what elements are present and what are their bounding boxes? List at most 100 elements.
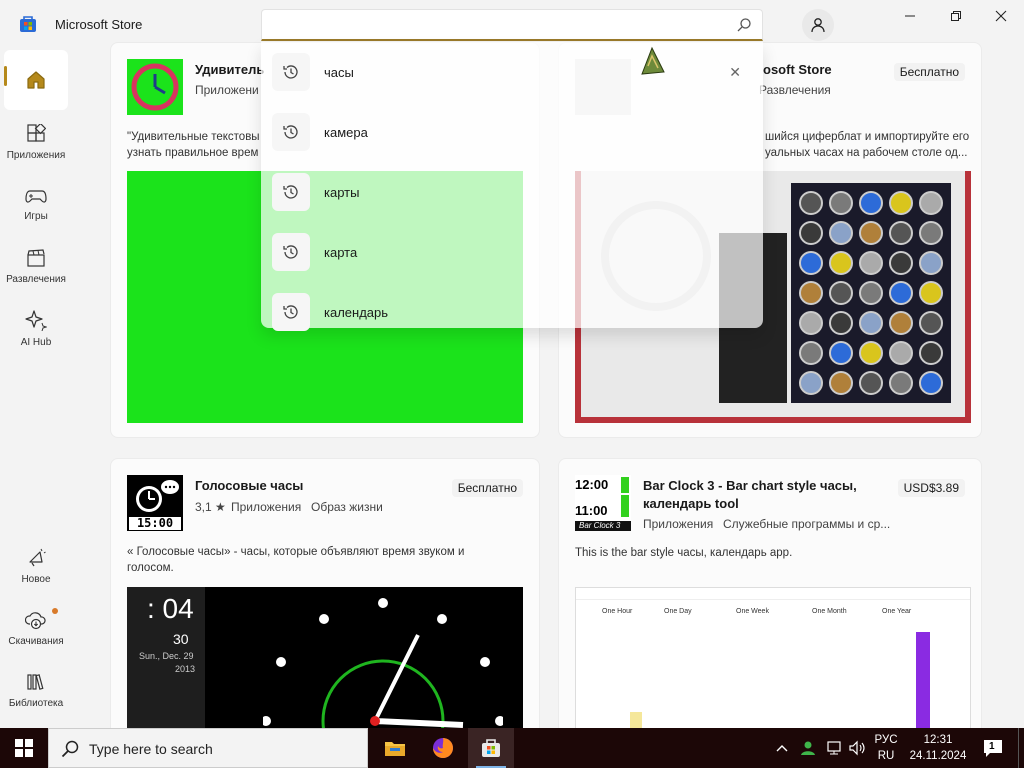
watch-face-thumbnail bbox=[919, 221, 943, 245]
watch-face-thumbnail bbox=[889, 251, 913, 275]
watch-face-thumbnail bbox=[859, 281, 883, 305]
taskbar-search-box[interactable]: Type here to search bbox=[48, 728, 368, 768]
taskbar-file-explorer[interactable] bbox=[372, 728, 418, 768]
tray-volume[interactable] bbox=[848, 728, 866, 768]
watch-face-thumbnail bbox=[859, 251, 883, 275]
close-button[interactable] bbox=[978, 0, 1024, 32]
watch-face-thumbnail bbox=[859, 221, 883, 245]
taskbar-search-placeholder: Type here to search bbox=[89, 741, 213, 757]
sidebar-item-ai-hub[interactable]: AI Hub bbox=[4, 298, 68, 358]
icon-time: 15:00 bbox=[136, 516, 174, 530]
suggestion-item[interactable]: карты bbox=[261, 162, 763, 222]
suggestion-item[interactable]: камера bbox=[261, 102, 763, 162]
sidebar-item-games[interactable]: Игры bbox=[4, 174, 68, 234]
firefox-icon bbox=[433, 738, 453, 758]
tray-app-icon[interactable] bbox=[800, 728, 818, 768]
suggestion-text: часы bbox=[324, 65, 354, 80]
show-hidden-icons[interactable] bbox=[776, 728, 788, 768]
restore-icon bbox=[951, 11, 961, 21]
sidebar-item-home[interactable] bbox=[4, 50, 68, 110]
app-screenshot: One Hour One Day One Week One Month One … bbox=[575, 587, 971, 737]
language-bottom: RU bbox=[877, 750, 895, 762]
suggestion-text: карты bbox=[324, 185, 360, 200]
windows-logo-icon bbox=[15, 739, 33, 757]
restore-button[interactable] bbox=[933, 0, 979, 32]
close-icon bbox=[995, 10, 1007, 22]
search-input[interactable] bbox=[261, 9, 763, 41]
app-card[interactable]: 15:00 Голосовые часы 3,1 ★ Приложения Об… bbox=[110, 458, 540, 738]
app-description: уальных часах на рабочем столе од... bbox=[765, 147, 968, 159]
app-card[interactable]: 12:00 11:00 Bar Clock 3 Bar Clock 3 - Ba… bbox=[558, 458, 982, 738]
watch-face-thumbnail bbox=[889, 191, 913, 215]
sidebar-item-entertainment[interactable]: Развлечения bbox=[4, 236, 68, 296]
app-name: Bar Clock 3 - Bar chart style часы, bbox=[643, 478, 857, 493]
suggestion-item[interactable]: часы ✕ bbox=[261, 42, 763, 102]
apps-icon bbox=[27, 123, 46, 142]
sidebar-item-apps[interactable]: Приложения bbox=[4, 112, 68, 172]
account-button[interactable] bbox=[802, 9, 834, 41]
tray-network[interactable] bbox=[826, 728, 844, 768]
watch-face-thumbnail bbox=[829, 191, 853, 215]
title-bar: Microsoft Store bbox=[0, 0, 1024, 48]
store-logo-icon bbox=[20, 16, 36, 32]
library-icon bbox=[27, 673, 44, 690]
taskbar-clock[interactable]: 12:31 24.11.2024 bbox=[905, 732, 971, 764]
app-name: календарь tool bbox=[643, 496, 739, 511]
watch-face-thumbnail bbox=[799, 281, 823, 305]
screenshot-number: 30 bbox=[173, 631, 189, 647]
app-category: Развлечения bbox=[759, 83, 831, 97]
sparkle-icon bbox=[25, 309, 47, 331]
history-icon bbox=[283, 245, 298, 259]
taskbar-microsoft-store[interactable] bbox=[468, 728, 514, 768]
app-name: Удивитель bbox=[195, 62, 265, 77]
watch-face-thumbnail bbox=[889, 341, 913, 365]
suggestion-item[interactable]: календарь bbox=[261, 282, 763, 331]
screenshot-column-label: One Hour bbox=[602, 608, 633, 615]
watch-face-thumbnail bbox=[799, 311, 823, 335]
home-icon bbox=[27, 71, 45, 89]
chevron-up-icon bbox=[776, 745, 788, 752]
app-icon-clock bbox=[127, 59, 183, 115]
notifications-button[interactable]: 1 bbox=[982, 737, 1004, 759]
app-category: Приложения bbox=[643, 517, 714, 531]
search-icon[interactable] bbox=[736, 17, 752, 33]
app-description: "Удивительные текстовы bbox=[127, 131, 260, 143]
app-description: « Голосовые часы» - часы, которые объявл… bbox=[127, 546, 465, 558]
watch-face-thumbnail bbox=[919, 371, 943, 395]
app-title: Microsoft Store bbox=[55, 17, 143, 32]
sidebar-item-label: Новое bbox=[21, 573, 51, 585]
screenshot-column-label: One Week bbox=[736, 608, 769, 615]
watch-face-thumbnail bbox=[829, 281, 853, 305]
watch-face-thumbnail bbox=[859, 341, 883, 365]
sidebar-item-library[interactable]: Библиотека bbox=[4, 660, 68, 720]
price-badge: Бесплатно bbox=[893, 63, 965, 81]
history-icon bbox=[283, 65, 298, 79]
watch-face-thumbnail bbox=[889, 371, 913, 395]
language-top: РУС bbox=[874, 734, 898, 746]
sidebar-item-label: Библиотека bbox=[8, 697, 64, 709]
app-screenshot: : 04 30 Sun., Dec. 29 2013 bbox=[127, 587, 523, 737]
screenshot-column-label: One Year bbox=[882, 608, 912, 615]
watch-face-thumbnail bbox=[829, 221, 853, 245]
minimize-button[interactable] bbox=[887, 0, 933, 32]
watch-face-thumbnail bbox=[919, 191, 943, 215]
sidebar-item-downloads[interactable]: Скачивания bbox=[4, 598, 68, 658]
search-suggestions: часы ✕ камера карты карта календарь bbox=[261, 42, 763, 331]
sidebar: Приложения Игры Развлечения AI Hub Новое bbox=[0, 48, 72, 728]
history-icon bbox=[283, 185, 298, 199]
app-description: голосом. bbox=[127, 562, 174, 574]
sidebar-item-whats-new[interactable]: Новое bbox=[4, 536, 68, 596]
sidebar-item-label: AI Hub bbox=[20, 336, 52, 348]
watch-face-thumbnail bbox=[919, 311, 943, 335]
screenshot-time: : 04 bbox=[147, 593, 194, 624]
taskbar-firefox[interactable] bbox=[420, 728, 466, 768]
cloud-download-icon bbox=[25, 611, 46, 629]
remove-suggestion-icon[interactable]: ✕ bbox=[729, 64, 741, 81]
app-subcategory: Служебные программы и ср... bbox=[723, 517, 891, 531]
language-indicator[interactable]: РУС RU bbox=[868, 732, 904, 764]
start-button[interactable] bbox=[0, 728, 48, 768]
app-description: This is the bar style часы, календарь ap… bbox=[575, 547, 793, 559]
app-description: узнать правильное врем bbox=[127, 147, 259, 159]
suggestion-item[interactable]: карта bbox=[261, 222, 763, 282]
show-desktop-button[interactable] bbox=[1018, 728, 1024, 768]
